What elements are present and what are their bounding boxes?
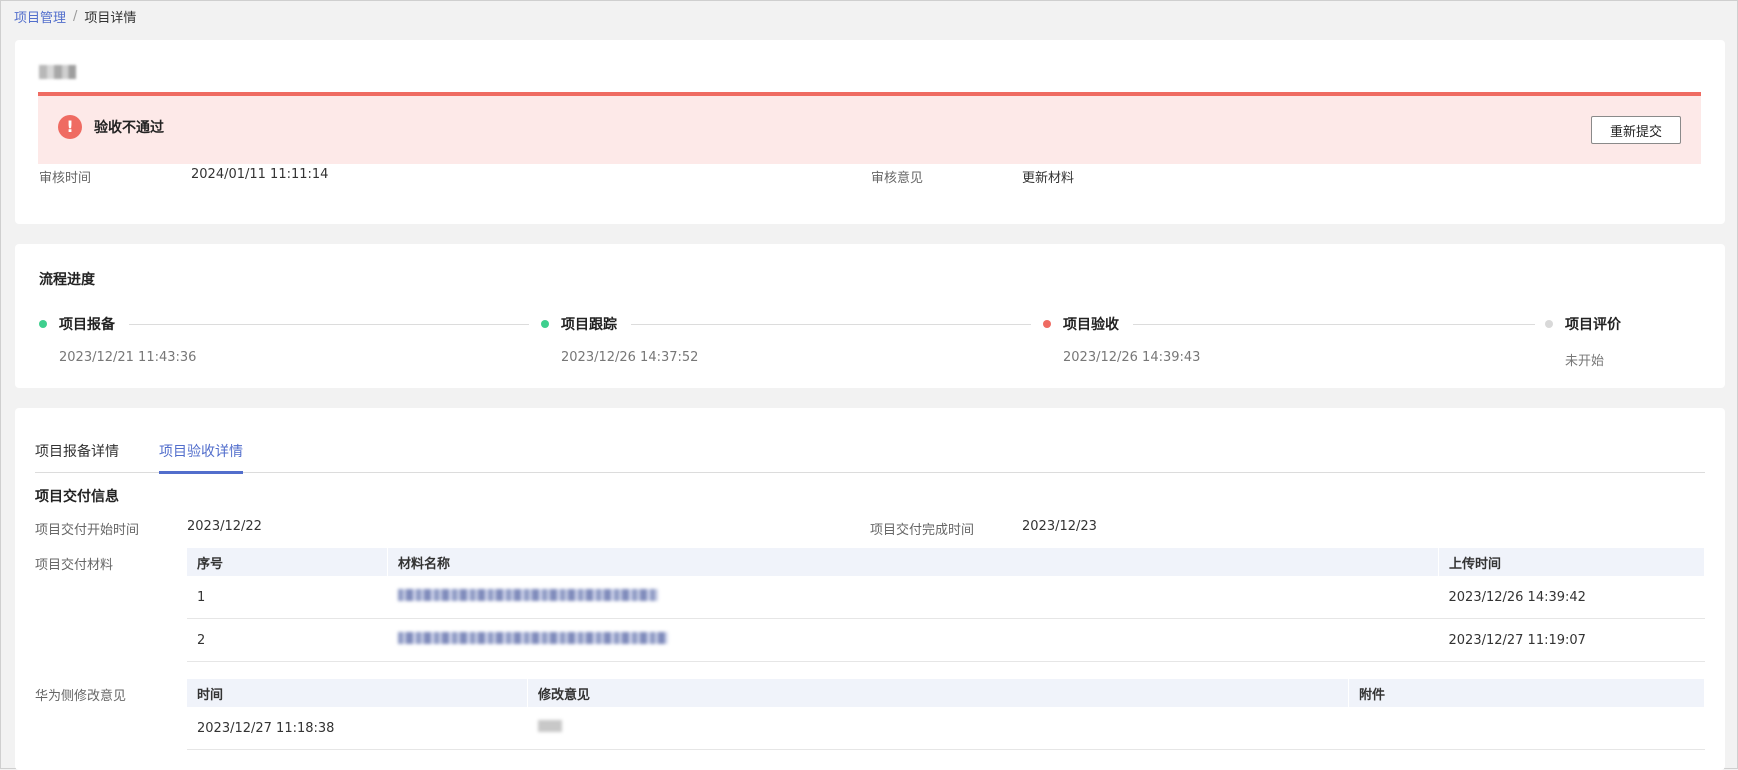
- column-header: 序号: [187, 548, 388, 576]
- delivery-start-value: 2023/12/22: [187, 519, 262, 534]
- breadcrumb-separator: /: [73, 8, 78, 24]
- breadcrumb-current: 项目详情: [84, 10, 137, 26]
- tab-filing-details[interactable]: 项目报备详情: [35, 441, 119, 471]
- breadcrumb: 项目管理 / 项目详情: [14, 6, 136, 26]
- step-name: 项目评价: [1565, 317, 1621, 333]
- redacted-file-name[interactable]: [397, 632, 668, 644]
- upload-time: 2023/12/27 11:19:07: [1438, 618, 1705, 662]
- step-status-dot: [39, 320, 47, 328]
- process-step: 项目跟踪 2023/12/26 14:37:52: [541, 314, 1041, 374]
- rejection-alert: ! 验收不通过 重新提交: [38, 92, 1701, 164]
- step-name: 项目跟踪: [561, 317, 617, 333]
- step-time: 2023/12/26 14:37:52: [561, 350, 699, 365]
- process-title: 流程进度: [39, 272, 95, 288]
- breadcrumb-link-project-management[interactable]: 项目管理: [14, 7, 66, 26]
- step-connector: [1133, 324, 1535, 325]
- review-opinion-value: 更新材料: [1022, 171, 1075, 186]
- delivery-materials-label: 项目交付材料: [35, 558, 114, 573]
- step-connector: [631, 324, 1031, 325]
- project-name-redacted: [39, 65, 76, 79]
- table-row: 2023/12/27 11:18:38: [187, 707, 1705, 750]
- table-row: 1 2023/12/26 14:39:42: [187, 576, 1705, 619]
- feedback-opinion: [527, 707, 1349, 750]
- column-header: 附件: [1348, 679, 1705, 707]
- step-connector: [129, 324, 529, 325]
- step-status-dot: [1545, 320, 1553, 328]
- column-header: 时间: [187, 679, 528, 707]
- materials-table: 序号 材料名称 上传时间 1 2023/12/26 14:39:42 2 202…: [187, 548, 1705, 662]
- process-step: 项目验收 2023/12/26 14:39:43: [1043, 314, 1543, 374]
- upload-time: 2023/12/26 14:39:42: [1438, 576, 1705, 619]
- review-time-value: 2024/01/11 11:11:14: [191, 167, 329, 182]
- delivery-end-value: 2023/12/23: [1022, 519, 1097, 534]
- step-time: 未开始: [1565, 354, 1605, 369]
- redacted-opinion: [537, 720, 562, 732]
- delivery-end-label: 项目交付完成时间: [870, 523, 975, 538]
- step-time: 2023/12/21 11:43:36: [59, 350, 197, 365]
- column-header: 修改意见: [527, 679, 1349, 707]
- status-card: ! 验收不通过 重新提交 审核时间 2024/01/11 11:11:14 审核…: [15, 40, 1725, 224]
- review-time-label: 审核时间: [39, 171, 92, 186]
- detail-card: 项目报备详情 项目验收详情 项目交付信息 项目交付开始时间 2023/12/22…: [15, 408, 1725, 770]
- delivery-info-title: 项目交付信息: [35, 489, 119, 505]
- feedback-label: 华为侧修改意见: [35, 689, 127, 704]
- tab-acceptance-details[interactable]: 项目验收详情: [159, 441, 243, 474]
- step-time: 2023/12/26 14:39:43: [1063, 350, 1201, 365]
- step-name: 项目报备: [59, 317, 115, 333]
- table-header-row: 时间 修改意见 附件: [187, 679, 1705, 707]
- resubmit-button[interactable]: 重新提交: [1591, 116, 1681, 144]
- warning-icon: !: [58, 115, 82, 139]
- step-name: 项目验收: [1063, 317, 1119, 333]
- feedback-attachment: [1348, 707, 1705, 750]
- detail-tabs: 项目报备详情 项目验收详情: [35, 430, 1705, 474]
- table-row: 2 2023/12/27 11:19:07: [187, 618, 1705, 662]
- process-step: 项目报备 2023/12/21 11:43:36: [39, 314, 539, 374]
- process-card: 流程进度 项目报备 2023/12/21 11:43:36 项目跟踪 2023/…: [15, 244, 1725, 388]
- review-opinion-label: 审核意见: [871, 171, 924, 186]
- column-header: 材料名称: [387, 548, 1439, 576]
- feedback-table: 时间 修改意见 附件 2023/12/27 11:18:38: [187, 679, 1705, 750]
- step-status-dot: [541, 320, 549, 328]
- redacted-file-name[interactable]: [397, 589, 658, 601]
- row-index: 1: [187, 576, 388, 619]
- alert-message: 验收不通过: [94, 120, 164, 136]
- material-file-link[interactable]: [387, 576, 1439, 619]
- row-index: 2: [187, 618, 388, 662]
- feedback-time: 2023/12/27 11:18:38: [187, 707, 528, 750]
- table-header-row: 序号 材料名称 上传时间: [187, 548, 1705, 576]
- delivery-start-label: 项目交付开始时间: [35, 523, 140, 538]
- step-status-dot: [1043, 320, 1051, 328]
- process-step: 项目评价 未开始: [1545, 314, 1715, 374]
- material-file-link[interactable]: [387, 618, 1439, 662]
- column-header: 上传时间: [1438, 548, 1705, 576]
